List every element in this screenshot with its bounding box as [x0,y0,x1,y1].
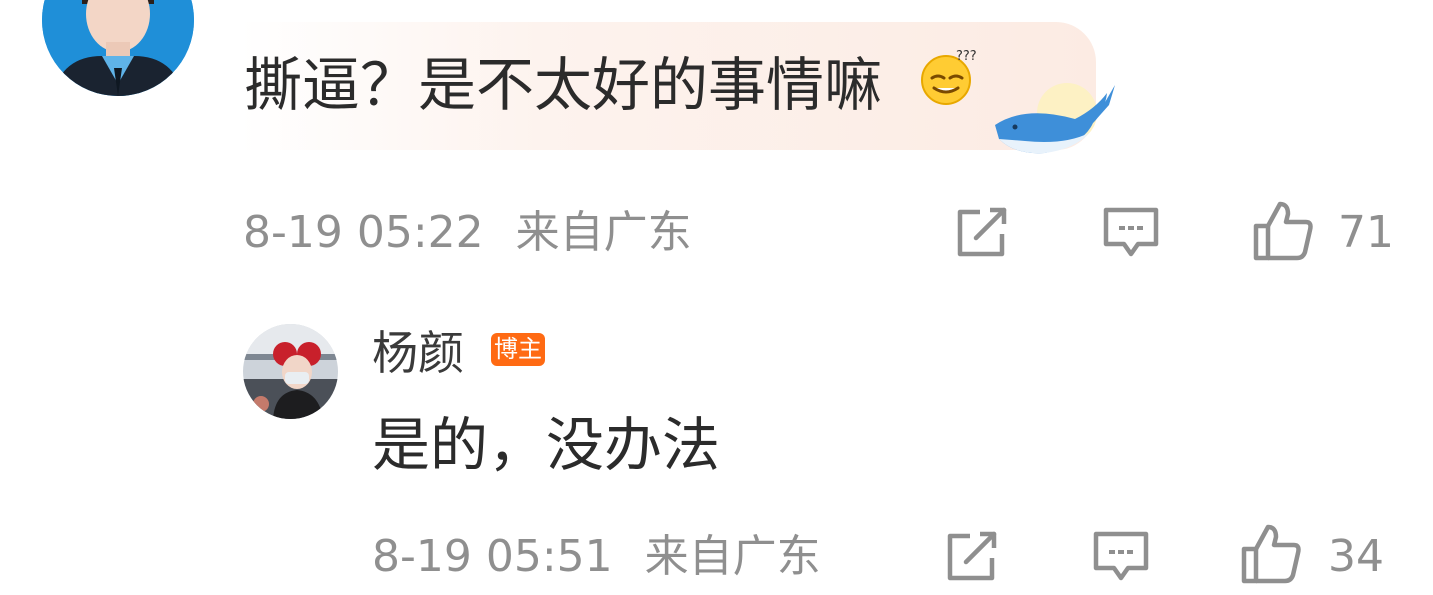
commenter-avatar[interactable] [42,0,194,96]
reply-share-edit-icon[interactable] [942,528,1000,586]
comment-text: 撕逼？是不太好的事情嘛 [244,51,883,119]
whale-decoration-icon [985,75,1125,170]
reply-like-count: 34 [1328,531,1384,582]
reply-meta: 8-19 05:51 来自广东 [372,532,821,582]
reply-location: 来自广东 [644,531,821,582]
thumbs-up-icon[interactable] [1252,200,1316,262]
reply-comment-icon[interactable] [1092,528,1150,586]
comment-location: 来自广东 [515,207,692,258]
share-edit-icon[interactable] [952,204,1010,262]
reply-text: 是的，没办法 [372,411,721,479]
comment-like-count: 71 [1338,207,1394,258]
comment-timestamp: 8-19 05:22 [243,207,484,258]
reply-timestamp: 8-19 05:51 [372,531,613,582]
reply-author-avatar[interactable] [243,324,338,419]
comment-meta: 8-19 05:22 来自广东 [243,208,692,258]
reply-thumbs-up-icon[interactable] [1240,523,1304,585]
svg-text:???: ??? [956,49,977,64]
blogger-badge: 博主 [491,333,545,366]
reply-author-name[interactable]: 杨颜 [372,326,464,380]
thinking-face-emoji-icon: ??? [918,46,978,106]
comment-icon[interactable] [1102,204,1160,262]
